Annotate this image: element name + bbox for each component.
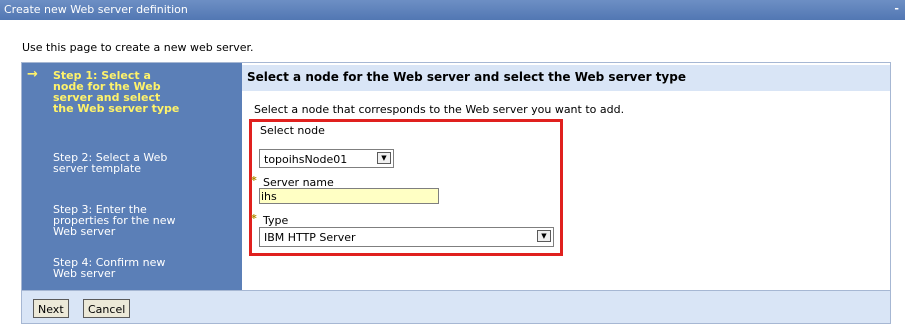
required-marker: * (251, 174, 257, 187)
step-1: Step 1: Select a node for the Web server… (53, 69, 180, 115)
button-bar: Next Cancel (22, 290, 890, 323)
step-2[interactable]: Step 2: Select a Web server template (53, 152, 183, 174)
wizard-content: Select a node for the Web server and sel… (242, 63, 890, 290)
select-node-value: topoihsNode01 (264, 153, 348, 166)
step-3[interactable]: Step 3: Enter the properties for the new… (53, 204, 183, 237)
required-marker: * (251, 212, 257, 225)
page-title: Select a node for the Web server and sel… (242, 65, 890, 91)
step-4[interactable]: Step 4: Confirm new Web server (53, 257, 183, 279)
arrow-right-icon: → (27, 67, 38, 82)
type-label: Type (263, 214, 289, 227)
type-value: IBM HTTP Server (264, 231, 356, 244)
window-title-bar: Create new Web server definition - (0, 0, 905, 20)
cancel-button[interactable]: Cancel (83, 299, 131, 318)
wizard-panel: → Step 1: Select a node for the Web serv… (21, 62, 891, 324)
intro-text: Use this page to create a new web server… (22, 41, 254, 54)
next-button[interactable]: Next (33, 299, 69, 318)
instruction-text: Select a node that corresponds to the We… (254, 103, 625, 116)
chevron-down-icon[interactable]: ▼ (377, 152, 391, 164)
select-node-label: Select node (260, 124, 325, 137)
select-node-dropdown[interactable]: topoihsNode01 ▼ (259, 149, 394, 168)
type-dropdown[interactable]: IBM HTTP Server ▼ (259, 227, 554, 247)
window-title: Create new Web server definition (4, 3, 188, 16)
server-name-input[interactable]: ihs (259, 188, 439, 204)
wizard-steps: → Step 1: Select a node for the Web serv… (22, 63, 242, 290)
chevron-down-icon[interactable]: ▼ (537, 230, 551, 242)
minimize-button[interactable]: - (894, 2, 899, 15)
